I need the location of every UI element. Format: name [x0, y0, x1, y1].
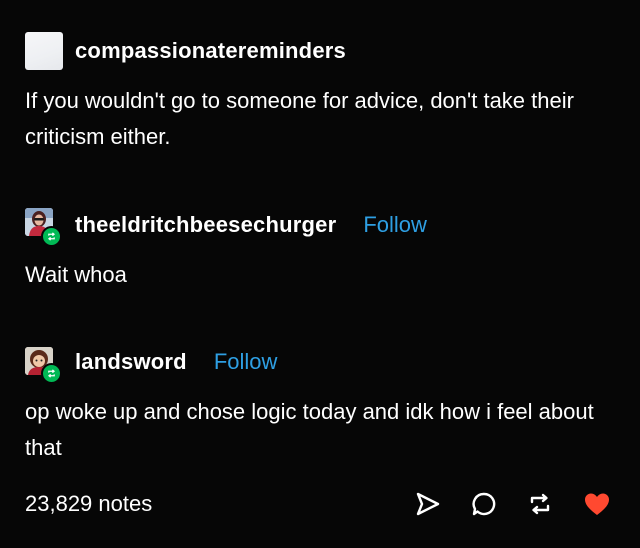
- follow-button-2[interactable]: Follow: [214, 349, 278, 375]
- op-text: If you wouldn't go to someone for advice…: [25, 88, 574, 149]
- reblog-block-2: landsword Follow op woke up and chose lo…: [25, 342, 620, 466]
- reply-icon[interactable]: [471, 491, 497, 517]
- reblog-text-1: Wait whoa: [25, 262, 127, 287]
- reblog-icon[interactable]: [527, 491, 553, 517]
- reblog-username-1[interactable]: theeldritchbeesechurger: [75, 212, 336, 238]
- reblog-avatar-2[interactable]: [25, 343, 63, 384]
- reblog-header-2: landsword Follow: [25, 342, 620, 384]
- notes-count[interactable]: 23,829 notes: [25, 491, 152, 517]
- op-header: compassionatereminders: [25, 31, 620, 71]
- reblog-badge-icon: [41, 363, 62, 384]
- op-block: compassionatereminders If you wouldn't g…: [25, 31, 620, 155]
- heart-icon[interactable]: [583, 491, 611, 517]
- op-username[interactable]: compassionatereminders: [75, 38, 346, 64]
- avatar: [25, 32, 63, 70]
- share-icon[interactable]: [415, 491, 441, 517]
- tumblr-post: compassionatereminders If you wouldn't g…: [0, 0, 640, 548]
- post-footer: 23,829 notes: [25, 484, 615, 524]
- reblog-text-2: op woke up and chose logic today and idk…: [25, 399, 594, 460]
- reblog-username-2[interactable]: landsword: [75, 349, 187, 375]
- reblog-header-1: theeldritchbeesechurger Follow: [25, 205, 620, 247]
- reblog-block-1: theeldritchbeesechurger Follow Wait whoa: [25, 205, 620, 293]
- reblog-avatar-1[interactable]: [25, 206, 63, 247]
- follow-button-1[interactable]: Follow: [363, 212, 427, 238]
- op-avatar[interactable]: [25, 32, 63, 70]
- reblog-badge-icon: [41, 226, 62, 247]
- post-actions: [415, 491, 611, 517]
